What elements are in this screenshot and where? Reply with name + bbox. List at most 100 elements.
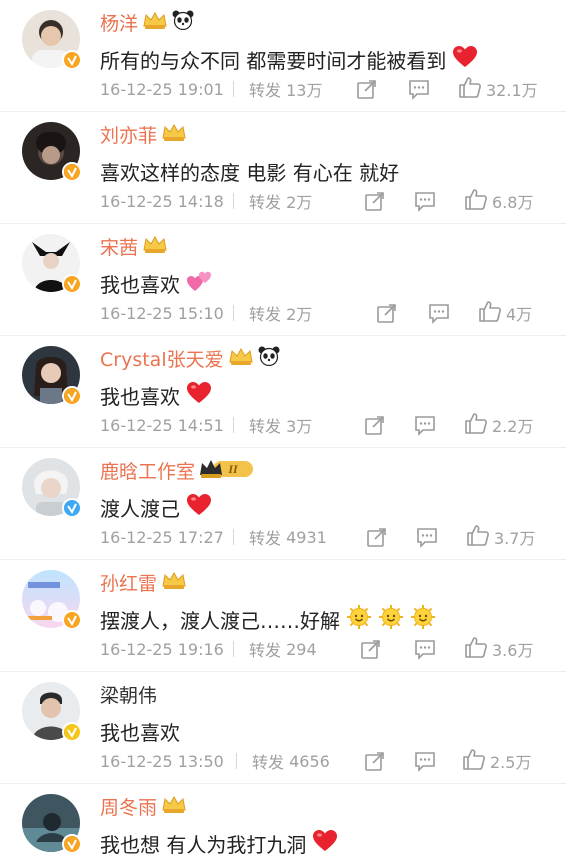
timestamp: 16-12-25 15:10 xyxy=(100,303,224,323)
timestamp: 16-12-25 19:16 xyxy=(100,639,224,659)
retweet-count[interactable]: 转发 13万 xyxy=(249,76,322,102)
avatar[interactable] xyxy=(22,458,82,518)
avatar[interactable] xyxy=(22,122,82,182)
smile-emoji-icon xyxy=(378,604,404,635)
comment-item: 梁朝伟 我也喜欢 16-12-25 13:50 转发 4656 2.5万 xyxy=(0,672,566,784)
like-button[interactable]: 2.5万 xyxy=(462,748,531,774)
thumbs-up-icon xyxy=(464,412,488,438)
retweet-count[interactable]: 转发 4931 xyxy=(249,524,327,550)
thumbs-up-icon xyxy=(478,300,502,326)
retweet-label: 转发 xyxy=(252,753,285,772)
comment-item: 鹿晗工作室 II 渡人渡己 16-12-25 17:27 转发 4931 3.7… xyxy=(0,448,566,560)
share-icon[interactable] xyxy=(364,748,386,774)
like-count: 2.2万 xyxy=(492,417,534,436)
retweet-count[interactable]: 转发 294 xyxy=(249,636,317,662)
like-count: 6.8万 xyxy=(492,193,534,212)
smile-emoji-icon xyxy=(346,604,372,635)
verified-badge-icon xyxy=(62,722,82,742)
retweet-label: 转发 xyxy=(249,641,282,660)
like-button[interactable]: 2.2万 xyxy=(464,412,533,438)
retweet-value: 294 xyxy=(286,639,317,659)
divider xyxy=(233,417,234,433)
timestamp: 16-12-25 19:01 xyxy=(100,79,224,99)
username[interactable]: 梁朝伟 xyxy=(100,681,157,708)
panda-icon xyxy=(172,10,194,34)
share-icon[interactable] xyxy=(364,412,386,438)
comment-icon[interactable] xyxy=(414,748,436,774)
comment-text: 喜欢这样的态度 电影 有心在 就好 xyxy=(100,160,400,185)
retweet-label: 转发 xyxy=(249,529,282,548)
thumbs-up-icon xyxy=(464,188,488,214)
comment-icon[interactable] xyxy=(414,188,436,214)
comment-item: 杨洋 所有的与众不同 都需要时间才能被看到 16-12-25 19:01 转发 … xyxy=(0,0,566,112)
username[interactable]: 杨洋 xyxy=(100,9,138,36)
divider xyxy=(233,641,234,657)
divider xyxy=(233,81,234,97)
retweet-value: 4656 xyxy=(289,751,330,771)
comment-item: 周冬雨 我也想 有人为我打九洞 xyxy=(0,784,566,862)
like-button[interactable]: 6.8万 xyxy=(464,188,533,214)
retweet-label: 转发 xyxy=(249,81,282,100)
crown-icon xyxy=(228,346,254,370)
like-button[interactable]: 32.1万 xyxy=(458,76,538,102)
avatar[interactable] xyxy=(22,682,82,742)
like-count: 32.1万 xyxy=(486,81,538,100)
vip-level-badge-icon: II xyxy=(199,457,255,483)
avatar[interactable] xyxy=(22,234,82,294)
divider xyxy=(233,529,234,545)
username[interactable]: Crystal张天爱 xyxy=(100,345,224,372)
comment-text: 我也想 有人为我打九洞 xyxy=(100,832,307,857)
share-icon[interactable] xyxy=(360,636,382,662)
retweet-count[interactable]: 转发 2万 xyxy=(249,300,312,326)
comment-icon[interactable] xyxy=(414,412,436,438)
heart-emoji-icon xyxy=(452,45,478,74)
retweet-value: 2万 xyxy=(286,305,313,324)
retweet-count[interactable]: 转发 4656 xyxy=(252,748,330,774)
comment-icon[interactable] xyxy=(408,76,430,102)
thumbs-up-icon xyxy=(466,524,490,550)
username[interactable]: 鹿晗工作室 xyxy=(100,457,195,484)
avatar[interactable] xyxy=(22,10,82,70)
retweet-label: 转发 xyxy=(249,305,282,324)
share-icon[interactable] xyxy=(364,188,386,214)
share-icon[interactable] xyxy=(376,300,398,326)
comment-icon[interactable] xyxy=(428,300,450,326)
timestamp: 16-12-25 13:50 xyxy=(100,751,224,771)
timestamp: 16-12-25 14:18 xyxy=(100,191,224,211)
username[interactable]: 宋茜 xyxy=(100,233,138,260)
avatar[interactable] xyxy=(22,794,82,854)
verified-badge-icon xyxy=(62,162,82,182)
comment-item: 宋茜 我也喜欢 16-12-25 15:10 转发 2万 4万 xyxy=(0,224,566,336)
like-button[interactable]: 3.7万 xyxy=(466,524,535,550)
username[interactable]: 刘亦菲 xyxy=(100,121,157,148)
thumbs-up-icon xyxy=(458,76,482,102)
comment-icon[interactable] xyxy=(416,524,438,550)
like-count: 2.5万 xyxy=(490,753,532,772)
like-count: 3.7万 xyxy=(494,529,536,548)
username[interactable]: 孙红雷 xyxy=(100,569,157,596)
comment-text: 我也喜欢 xyxy=(100,384,180,409)
like-button[interactable]: 4万 xyxy=(478,300,532,326)
crown-icon xyxy=(142,10,168,34)
avatar[interactable] xyxy=(22,570,82,630)
comment-text: 我也喜欢 xyxy=(100,720,180,745)
retweet-count[interactable]: 转发 2万 xyxy=(249,188,312,214)
avatar[interactable] xyxy=(22,346,82,406)
share-icon[interactable] xyxy=(366,524,388,550)
verified-badge-icon xyxy=(62,834,82,854)
like-button[interactable]: 3.6万 xyxy=(464,636,533,662)
verified-badge-icon xyxy=(62,386,82,406)
comment-icon[interactable] xyxy=(414,636,436,662)
divider xyxy=(236,753,237,769)
like-count: 4万 xyxy=(506,305,533,324)
crown-icon xyxy=(161,570,187,594)
comment-text: 渡人渡己 xyxy=(100,496,180,521)
twin-hearts-emoji-icon xyxy=(186,269,214,298)
divider xyxy=(233,193,234,209)
username[interactable]: 周冬雨 xyxy=(100,793,157,820)
crown-icon xyxy=(161,794,187,818)
share-icon[interactable] xyxy=(356,76,378,102)
retweet-count[interactable]: 转发 3万 xyxy=(249,412,312,438)
retweet-value: 13万 xyxy=(286,81,323,100)
verified-badge-icon xyxy=(62,50,82,70)
